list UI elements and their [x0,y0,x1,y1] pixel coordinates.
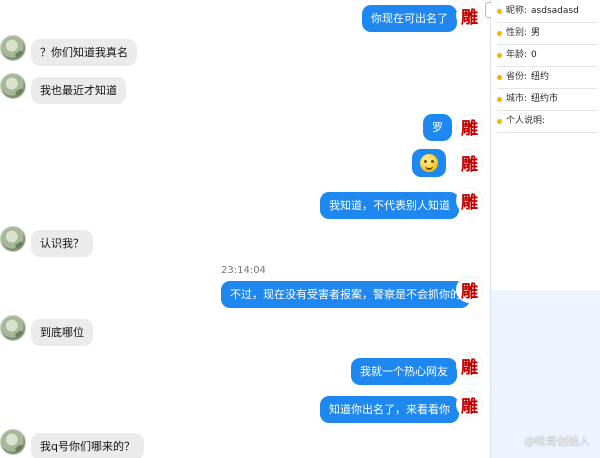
message-bubble: 我就一个热心网友 [351,358,457,385]
profile-field-city: 城市: 纽约市 [497,88,597,111]
bullet-icon [497,8,502,14]
leaf-icon [14,50,24,58]
message-bubble: 知道你出名了，来看看你 [320,396,459,423]
bullet-icon [497,118,502,124]
avatar[interactable] [0,315,26,341]
message-bubble: 我也最近才知道 [31,77,126,104]
bullet-icon [497,96,502,102]
message-bubble: 罗 [423,114,452,141]
leaf-icon [14,241,24,249]
avatar[interactable]: 雕 [456,2,483,29]
watermark: @哇哥创始人 [504,433,590,449]
smile-emoji-icon [420,154,438,172]
chat-panel: 你现在可出名了 雕 ？你们知道我真名 我也最近才知道 罗 雕 雕 我知道，不代表… [0,0,490,458]
profile-field-nickname: 昵称: asdsadasd [497,0,597,23]
profile-field-age: 年龄: 0 [497,44,597,67]
avatar[interactable] [0,35,26,61]
message-bubble: ？你们知道我真名 [31,39,137,66]
leaf-icon [14,88,24,96]
profile-field-gender: 性别: 男 [497,22,597,45]
message-timestamp: 23:14:04 [221,265,266,276]
message-bubble: 我知道，不代表别人知道 [320,192,459,219]
message-bubble: 认识我？ [31,230,93,257]
avatar[interactable]: 雕 [456,187,483,214]
message-bubble: 不过，现在没有受害者报案，警察是不会抓你的 [221,281,470,308]
avatar[interactable]: 雕 [456,276,483,303]
message-bubble [412,149,446,177]
avatar[interactable]: 雕 [456,352,483,379]
profile-panel: 昵称: asdsadasd 性别: 男 年龄: 0 省份: 纽约 城市: 纽约市… [491,0,600,290]
message-bubble: 我q号你们哪来的？ [31,433,144,458]
avatar[interactable]: 雕 [456,149,483,176]
avatar[interactable] [0,226,26,252]
bullet-icon [497,30,502,36]
avatar[interactable]: 雕 [456,391,483,418]
message-bubble: 你现在可出名了 [362,5,457,32]
message-bubble: 到底哪位 [31,319,93,346]
bullet-icon [497,52,502,58]
avatar[interactable]: 雕 [456,113,483,140]
leaf-icon [14,444,24,452]
bullet-icon [497,74,502,80]
avatar[interactable] [0,429,26,455]
avatar[interactable] [0,73,26,99]
profile-field-province: 省份: 纽约 [497,66,597,89]
leaf-icon [14,330,24,338]
profile-field-bio: 个人说明: [497,110,597,133]
weibo-icon [504,433,523,448]
